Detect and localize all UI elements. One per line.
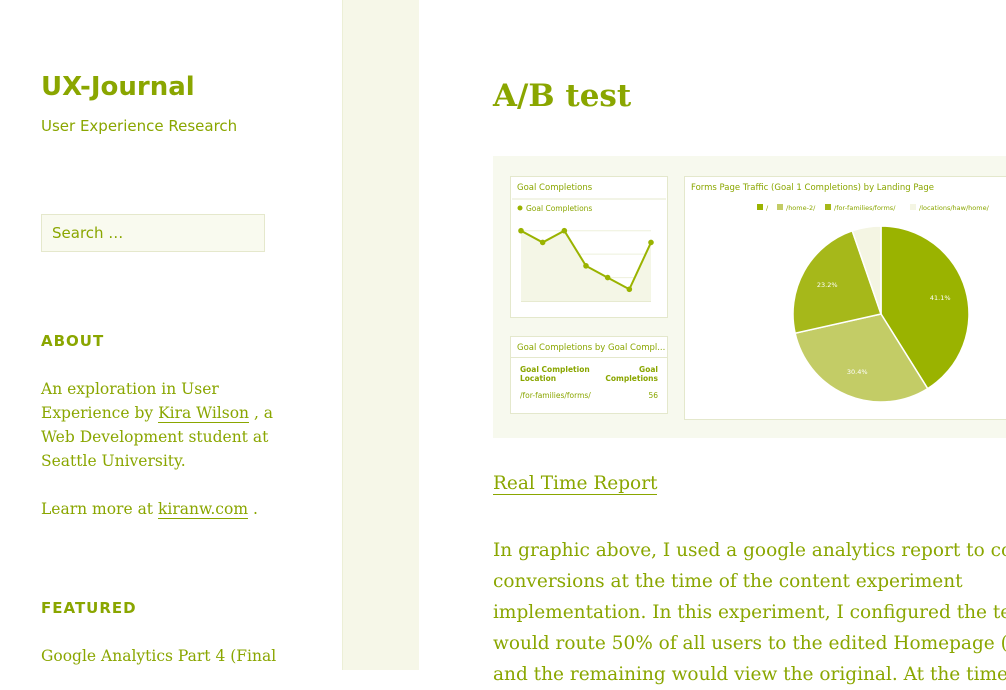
learn-more-text: Learn more at kiranw.com . bbox=[41, 497, 281, 521]
legend-entry: /home-2/ bbox=[786, 204, 816, 212]
legend-entry: /locations/haw/home/ bbox=[919, 204, 990, 212]
line-point bbox=[626, 286, 633, 293]
paragraph-line: and the remaining would view the origina… bbox=[493, 664, 1006, 685]
table-col-completions: Goal Completions bbox=[605, 365, 658, 383]
legend-swatch bbox=[825, 204, 831, 210]
pie-chart: / /home-2/ /for-families/forms/ /locations/… bbox=[757, 204, 990, 403]
line-chart: Goal Completions bbox=[512, 198, 666, 302]
line-point bbox=[561, 227, 568, 234]
site-tagline: User Experience Research bbox=[41, 117, 238, 135]
pie-slice-label: 41.1% bbox=[930, 294, 951, 302]
sidebar: UX-Journal User Experience Research ABOU… bbox=[0, 0, 342, 670]
featured-heading: FEATURED bbox=[41, 599, 137, 617]
real-time-report-link[interactable]: Real Time Report bbox=[493, 473, 658, 495]
line-point bbox=[583, 263, 589, 269]
learn-more-suffix: . bbox=[248, 500, 258, 518]
table-row-value: 56 bbox=[648, 391, 658, 400]
legend-entry: / bbox=[766, 204, 769, 212]
line-chart-legend: Goal Completions bbox=[526, 204, 592, 213]
line-chart-panel: Goal Completions Goal Completions bbox=[510, 176, 668, 318]
pie-slice-label: 23.2% bbox=[817, 281, 838, 289]
about-text: An exploration in User Experience by Kir… bbox=[41, 377, 281, 473]
site-link[interactable]: kiranw.com bbox=[157, 500, 249, 519]
table-title: Goal Completions by Goal Compl... bbox=[517, 343, 666, 353]
line-point bbox=[604, 274, 611, 281]
table-row-label: /for-families/forms/ bbox=[520, 391, 591, 400]
analytics-dashboard-image: Goal Completions Goal Completions Goal C… bbox=[493, 156, 1006, 438]
paragraph-line: would route 50% of all users to the edit… bbox=[493, 633, 1006, 654]
featured-item[interactable]: Google Analytics Part 4 (Final bbox=[41, 644, 281, 668]
site-title[interactable]: UX-Journal bbox=[41, 72, 195, 102]
legend-swatch bbox=[757, 204, 763, 210]
author-link[interactable]: Kira Wilson bbox=[158, 404, 250, 423]
search-input[interactable] bbox=[41, 214, 265, 252]
legend-swatch bbox=[777, 204, 783, 210]
paragraph-line: implementation. In this experiment, I co… bbox=[493, 602, 1006, 623]
pie-chart-panel: Forms Page Traffic (Goal 1 Completions) … bbox=[684, 176, 1006, 420]
post-title[interactable]: A/B test bbox=[493, 78, 631, 114]
legend-entry: /for-families/forms/ bbox=[834, 204, 896, 212]
table-col-location: Goal Completion Location bbox=[520, 365, 590, 383]
learn-more-prefix: Learn more at bbox=[41, 500, 158, 518]
about-heading: ABOUT bbox=[41, 332, 105, 350]
line-point bbox=[539, 239, 546, 246]
paragraph-line: conversions at the time of the content e… bbox=[493, 571, 963, 592]
legend-swatch bbox=[910, 204, 916, 210]
post-paragraph: In graphic above, I used a google analyt… bbox=[493, 535, 1006, 690]
sidebar-stripe bbox=[342, 0, 419, 670]
line-point bbox=[648, 239, 654, 246]
line-point bbox=[518, 227, 524, 234]
pie-slice-label: 30.4% bbox=[847, 368, 868, 376]
paragraph-line: In graphic above, I used a google analyt… bbox=[493, 540, 1006, 561]
table-panel: Goal Completions by Goal Compl... Goal C… bbox=[510, 336, 668, 414]
